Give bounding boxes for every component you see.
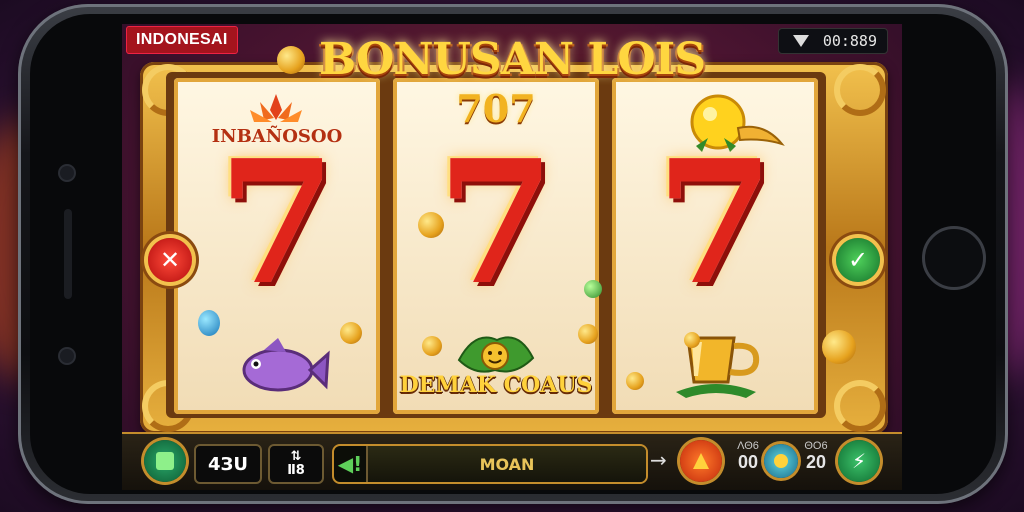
reel-2-seven-symbol: 7 <box>436 123 556 323</box>
spin-button[interactable] <box>680 440 722 482</box>
right-arrow-icon: → <box>650 448 667 472</box>
coin-decoration <box>422 336 442 356</box>
gem-decoration <box>198 310 220 336</box>
close-icon: ✕ <box>159 246 181 274</box>
coin-decoration <box>277 46 305 74</box>
win-stat-value: 20 <box>805 452 827 472</box>
max-bet-button[interactable]: ⚡ <box>838 440 880 482</box>
coin-decoration <box>822 330 856 364</box>
leaf-smiley-icon <box>455 330 537 378</box>
coin-decoration <box>418 212 444 238</box>
cancel-button[interactable]: ✕ <box>148 238 192 282</box>
win-stat-label: ΘO6 <box>804 440 828 452</box>
game-screen: INDONESAI 00:889 INBAÑOSOO 7 707 7 DEMAK… <box>122 24 902 490</box>
menu-button[interactable] <box>144 440 186 482</box>
control-bar: 4ЗU ⇅ Ⅱ8 ◀! MOAN → ΛΘ6 00 ΘO6 20 ⚡ <box>122 432 902 490</box>
coin-decoration <box>626 372 644 390</box>
reel-2-bottom-text: DEMAK COAUS <box>399 372 593 398</box>
phone-speaker <box>64 209 72 299</box>
balance-display: 4ЗU <box>194 444 262 484</box>
proximity-sensor <box>60 349 74 363</box>
coin-decoration <box>684 332 700 348</box>
home-button[interactable] <box>922 226 986 290</box>
lines-stat-value: 00 <box>737 452 759 472</box>
chip-icon <box>156 452 174 470</box>
bet-top-value: ⇅ <box>290 449 302 464</box>
reel-1-seven-symbol: 7 <box>217 123 337 323</box>
game-title: BONUSAN LOIS <box>319 34 706 85</box>
action-label: MOAN <box>366 446 646 482</box>
coins-icon <box>774 454 788 468</box>
fish-icon <box>230 336 330 402</box>
coin-decoration <box>578 324 598 344</box>
confirm-button[interactable]: ✓ <box>836 238 880 282</box>
reel-1: INBAÑOSOO 7 <box>174 78 380 414</box>
coin-decoration <box>340 322 362 344</box>
lightning-icon: ⚡ <box>851 449 867 473</box>
front-camera <box>60 166 74 180</box>
check-icon: ✓ <box>847 246 869 274</box>
back-arrow-icon[interactable]: ◀! <box>334 446 366 482</box>
frame-ornament-br <box>834 380 886 432</box>
lines-stat-label: ΛΘ6 <box>737 440 759 452</box>
balance-value: 4ЗU <box>208 453 248 475</box>
win-stat: ΘO6 20 <box>802 440 830 473</box>
bet-display[interactable]: ⇅ Ⅱ8 <box>268 444 324 484</box>
reel-2: 707 7 DEMAK COAUS <box>393 78 599 414</box>
auto-button[interactable] <box>764 444 798 478</box>
lines-stat: ΛΘ6 00 <box>734 440 762 473</box>
trophy-cup-icon <box>666 332 766 404</box>
bet-bottom-value: Ⅱ8 <box>287 463 305 478</box>
lotus-icon <box>246 92 306 124</box>
gem-decoration <box>584 280 602 298</box>
reel-area: INBAÑOSOO 7 707 7 DEMAK COAUS 7 <box>166 72 826 418</box>
action-bar[interactable]: ◀! MOAN <box>332 444 648 484</box>
spin-icon <box>693 453 709 469</box>
reel-3-seven-symbol: 7 <box>655 123 775 323</box>
reel-3: 7 <box>612 78 818 414</box>
